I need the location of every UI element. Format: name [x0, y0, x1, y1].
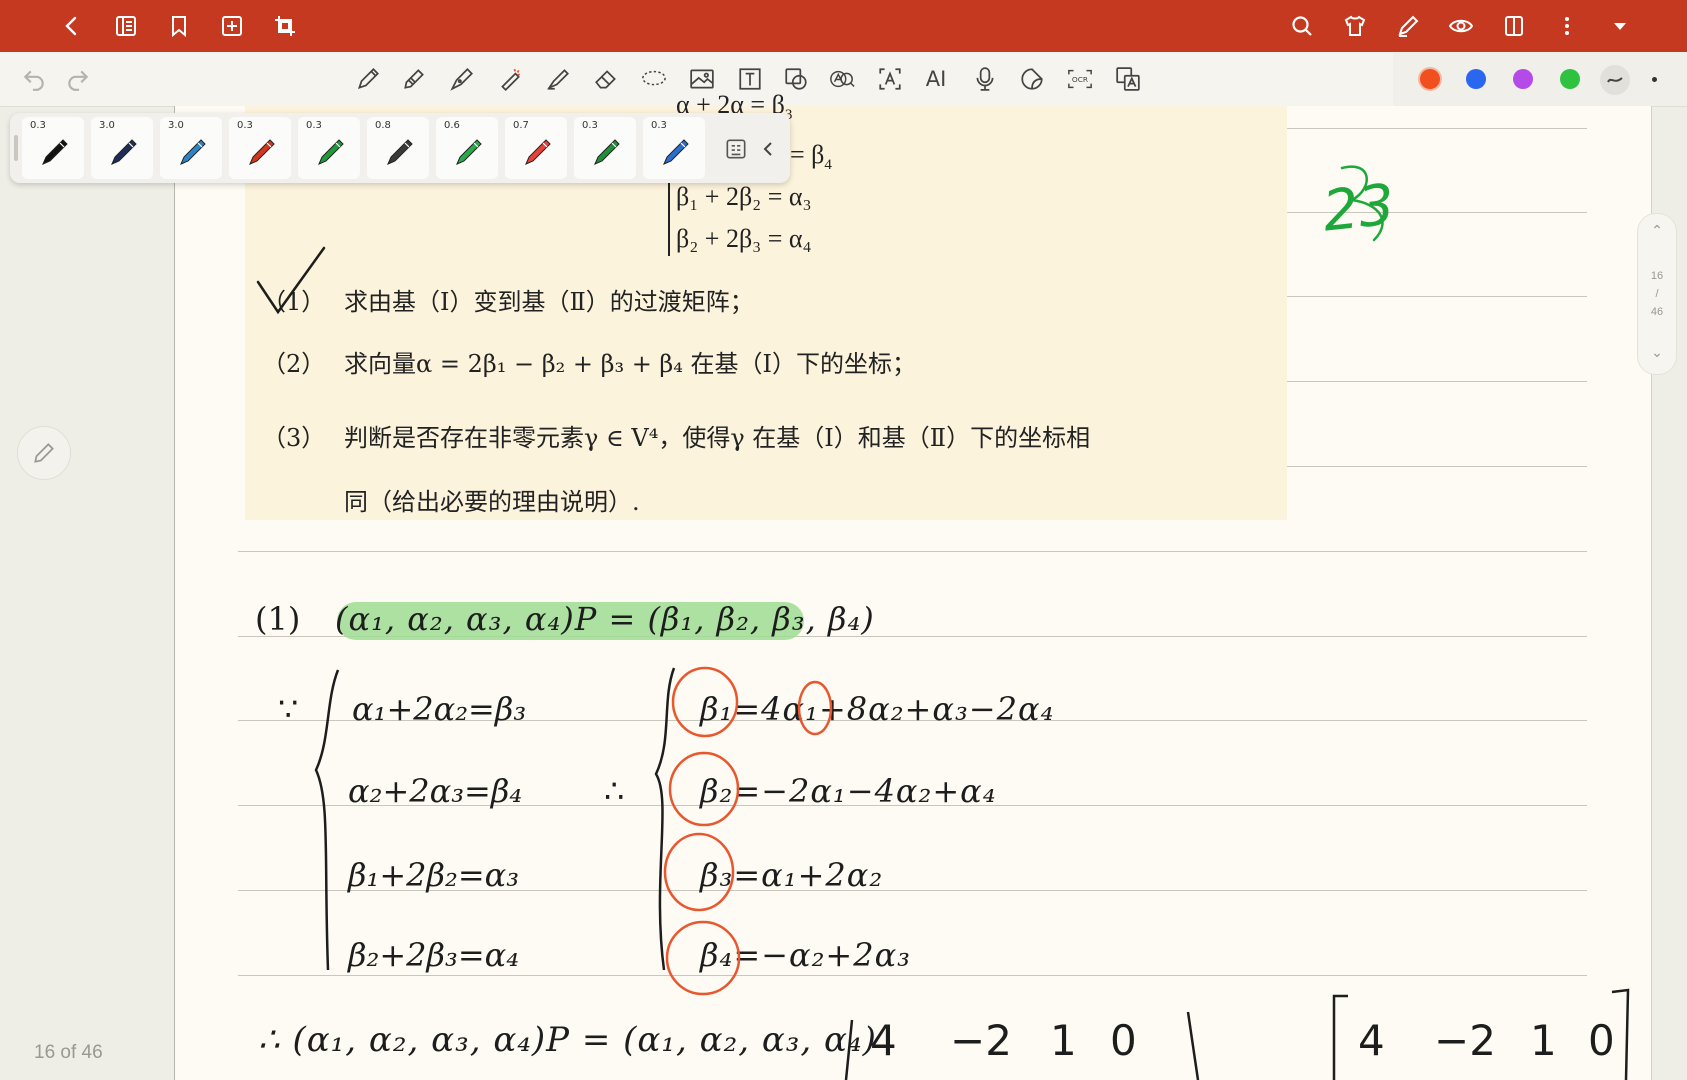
pen-preset-10[interactable]: 0.3: [643, 117, 705, 179]
red-circle-alpha-1: [797, 680, 833, 736]
pen-size-label: 0.3: [237, 120, 253, 131]
pen-size-label: 0.3: [306, 120, 322, 131]
pen-icon: [525, 139, 551, 165]
scroller-current-page: 16: [1650, 270, 1664, 282]
matrix-right-bracket-left: [1332, 994, 1348, 1080]
scroller-total-pages: 46: [1650, 306, 1664, 318]
floating-pen-button[interactable]: [17, 426, 71, 480]
red-circle-beta-2: [668, 751, 740, 827]
red-circle-beta-1: [671, 666, 739, 738]
pen-preset-9[interactable]: 0.3: [574, 117, 636, 179]
pen-tray-handle[interactable]: [14, 135, 18, 161]
scroll-down-icon[interactable]: ⌄: [1638, 344, 1676, 361]
pen-preset-2[interactable]: 3.0: [91, 117, 153, 179]
pen-size-label: 0.8: [375, 120, 391, 131]
pen-size-label: 3.0: [168, 120, 184, 131]
pen-icon: [456, 139, 482, 165]
red-circle-beta-4: [665, 920, 741, 996]
pen-icon: [663, 139, 689, 165]
pen-preset-5[interactable]: 0.3: [298, 117, 360, 179]
red-circle-beta-3: [663, 832, 735, 912]
pen-icon: [180, 139, 206, 165]
scroller-separator: /: [1655, 288, 1659, 300]
pen-preset-4[interactable]: 0.3: [229, 117, 291, 179]
pen-preset-8[interactable]: 0.7: [505, 117, 567, 179]
pen-icon: [318, 139, 344, 165]
right-brace-stroke: [654, 667, 676, 971]
pen-icon: [249, 139, 275, 165]
matrix-left-bracket: [844, 1019, 854, 1080]
matrix-left-bracket-right: [1186, 1011, 1200, 1080]
pen-size-label: 0.3: [651, 120, 667, 131]
margin-note-brace-stroke: [1340, 165, 1384, 242]
pen-icon: [387, 139, 413, 165]
collapse-tray-icon[interactable]: [758, 136, 778, 162]
scroll-up-icon[interactable]: ⌃: [1638, 222, 1676, 239]
pen-size-label: 0.6: [444, 120, 460, 131]
pen-preset-1[interactable]: 0.3: [22, 117, 84, 179]
pen-preset-3[interactable]: 3.0: [160, 117, 222, 179]
pen-icon: [111, 139, 137, 165]
pen-size-label: 0.7: [513, 120, 529, 131]
pen-icon: [42, 139, 68, 165]
pen-grid-icon[interactable]: [723, 136, 749, 162]
pencil-icon: [34, 443, 54, 463]
pen-size-label: 0.3: [582, 120, 598, 131]
check-mark-stroke: [256, 246, 326, 315]
pen-size-label: 0.3: [30, 120, 46, 131]
pen-preset-6[interactable]: 0.8: [367, 117, 429, 179]
pen-icon: [594, 139, 620, 165]
page-scroller[interactable]: ⌃ 16 / 46 ⌄: [1637, 213, 1677, 375]
pen-preset-7[interactable]: 0.6: [436, 117, 498, 179]
pen-size-label: 3.0: [99, 120, 115, 131]
left-brace-stroke: [314, 669, 340, 971]
matrix-right-bracket-right: [1611, 988, 1630, 1080]
page-indicator: 16 of 46: [34, 1042, 103, 1063]
